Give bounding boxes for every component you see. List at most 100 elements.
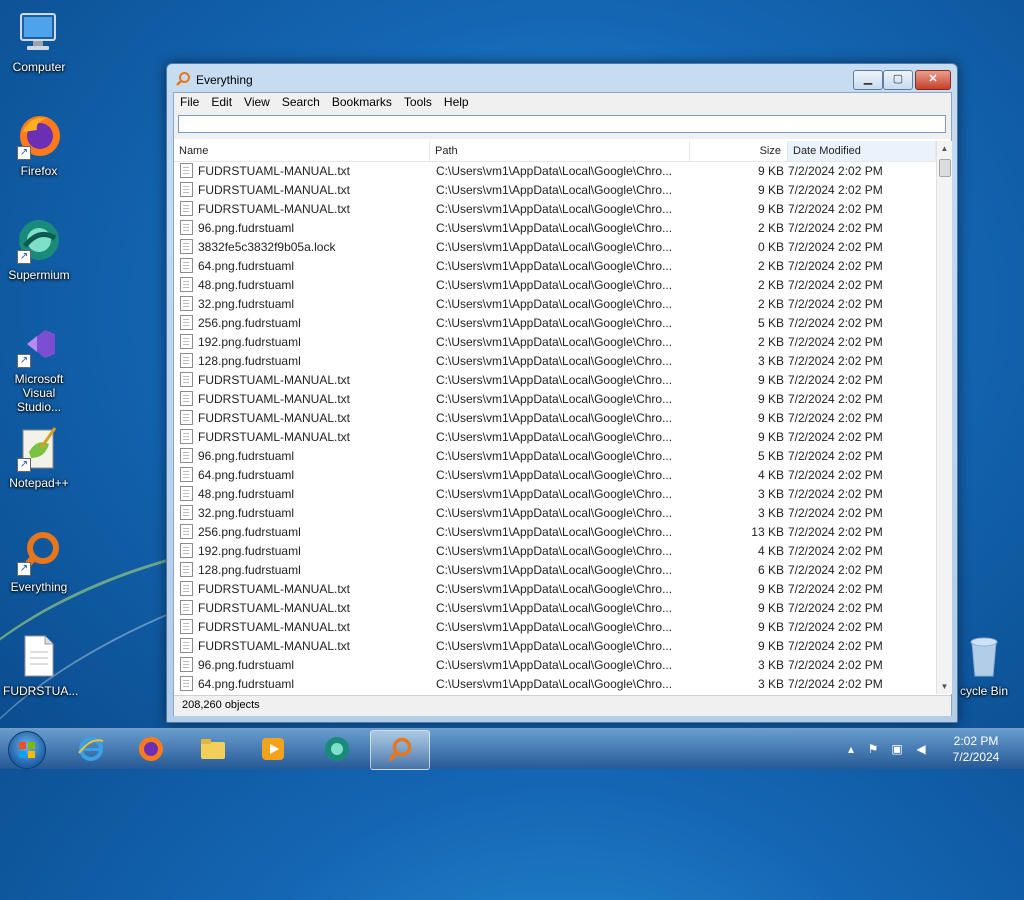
volume-muted-icon[interactable]: ◀ [914, 742, 928, 756]
scroll-up-icon[interactable]: ▲ [937, 141, 952, 156]
status-bar: 208,260 objects [174, 695, 951, 716]
table-row[interactable]: FUDRSTUAML-MANUAL.txt C:\Users\vm1\AppDat… [174, 618, 936, 637]
file-name-cell: 96.png.fudrstuaml [180, 656, 430, 675]
table-row[interactable]: 128.png.fudrstuaml C:\Users\vm1\AppData\L… [174, 561, 936, 580]
column-header-size[interactable]: Size [690, 141, 788, 161]
action-center-flag-icon[interactable]: ⚑ [866, 742, 880, 756]
menu-bookmarks[interactable]: Bookmarks [326, 93, 398, 111]
vertical-scrollbar[interactable]: ▲ ▼ [936, 141, 952, 694]
file-name: FUDRSTUAML-MANUAL.txt [198, 582, 351, 596]
menu-edit[interactable]: Edit [205, 93, 238, 111]
shortcut-arrow-icon: ↗ [17, 146, 31, 160]
network-icon[interactable]: ▣ [890, 742, 904, 756]
table-row[interactable]: 64.png.fudrstuaml C:\Users\vm1\AppData\Lo… [174, 466, 936, 485]
menu-view[interactable]: View [238, 93, 276, 111]
scroll-thumb[interactable] [939, 159, 951, 177]
file-name: FUDRSTUAML-MANUAL.txt [198, 411, 351, 425]
table-row[interactable]: 128.png.fudrstuaml C:\Users\vm1\AppData\L… [174, 352, 936, 371]
table-row[interactable]: FUDRSTUAML-MANUAL.txt C:\Users\vm1\AppDat… [174, 599, 936, 618]
table-row[interactable]: 256.png.fudrstuaml C:\Users\vm1\AppData\L… [174, 314, 936, 333]
desktop-icon-label: Firefox [20, 164, 58, 178]
desktop-icon-computer[interactable]: Computer [3, 8, 75, 74]
file-date-modified: 7/2/2024 2:02 PM [788, 601, 883, 615]
firefox-icon: ↗ [15, 112, 63, 160]
column-header-path[interactable]: Path [430, 141, 690, 161]
table-row[interactable]: FUDRSTUAML-MANUAL.txt C:\Users\vm1\AppDat… [174, 200, 936, 219]
table-row[interactable]: 48.png.fudrstuaml C:\Users\vm1\AppData\Lo… [174, 485, 936, 504]
everything-window[interactable]: Everything ▁ ▢ ✕ File Edit View Search Bookm… [166, 63, 958, 723]
maximize-button[interactable]: ▢ [883, 70, 913, 90]
table-row[interactable]: 256.png.fudrstuaml C:\Users\vm1\AppData\L… [174, 523, 936, 542]
table-row[interactable]: 192.png.fudrstuaml C:\Users\vm1\AppData\L… [174, 333, 936, 352]
table-row[interactable]: 48.png.fudrstuaml C:\Users\vm1\AppData\Lo… [174, 276, 936, 295]
taskbar-file-explorer[interactable] [184, 730, 242, 768]
start-button[interactable] [8, 731, 46, 769]
desktop-icon-everything[interactable]: ↗ Everything [3, 528, 75, 594]
text-file-icon [15, 632, 63, 680]
show-hidden-icons-icon[interactable]: ▴ [844, 742, 858, 756]
title-bar[interactable]: Everything ▁ ▢ ✕ [167, 64, 957, 92]
file-size: 9 KB [757, 164, 784, 178]
file-icon [180, 581, 193, 596]
table-row[interactable]: FUDRSTUAML-MANUAL.txt C:\Users\vm1\AppDat… [174, 428, 936, 447]
shortcut-arrow-icon: ↗ [17, 354, 31, 368]
file-name: 256.png.fudrstuaml [198, 316, 301, 330]
desktop-icon-supermium[interactable]: ↗ Supermium [3, 216, 75, 282]
table-row[interactable]: FUDRSTUAML-MANUAL.txt C:\Users\vm1\AppDat… [174, 371, 936, 390]
table-row[interactable]: 32.png.fudrstuaml C:\Users\vm1\AppData\Lo… [174, 504, 936, 523]
table-row[interactable]: 3832fe5c3832f9b05a.lock C:\Users\vm1\AppD… [174, 238, 936, 257]
minimize-button[interactable]: ▁ [853, 70, 883, 90]
table-row[interactable]: 96.png.fudrstuaml C:\Users\vm1\AppData\Lo… [174, 219, 936, 238]
taskbar-internet-explorer[interactable] [62, 730, 120, 768]
menu-tools[interactable]: Tools [398, 93, 438, 111]
column-header-date-modified[interactable]: Date Modified [788, 141, 936, 161]
file-date-modified: 7/2/2024 2:02 PM [788, 449, 883, 463]
menu-search[interactable]: Search [276, 93, 326, 111]
file-path: C:\Users\vm1\AppData\Local\Google\Chro..… [436, 639, 673, 653]
menu-help[interactable]: Help [438, 93, 475, 111]
internet-explorer-icon [78, 737, 104, 761]
file-name-cell: 32.png.fudrstuaml [180, 295, 430, 314]
table-row[interactable]: 192.png.fudrstuaml C:\Users\vm1\AppData\L… [174, 542, 936, 561]
taskbar-media-player[interactable] [244, 730, 302, 768]
table-row[interactable]: FUDRSTUAML-MANUAL.txt C:\Users\vm1\AppDat… [174, 390, 936, 409]
file-icon [180, 448, 193, 463]
table-row[interactable]: 96.png.fudrstuaml C:\Users\vm1\AppData\Lo… [174, 656, 936, 675]
table-row[interactable]: FUDRSTUAML-MANUAL.txt C:\Users\vm1\AppDat… [174, 409, 936, 428]
close-button[interactable]: ✕ [915, 70, 951, 90]
desktop-icon-label: cycle Bin [959, 684, 1009, 698]
file-path: C:\Users\vm1\AppData\Local\Google\Chro..… [436, 563, 673, 577]
table-row[interactable]: FUDRSTUAML-MANUAL.txt C:\Users\vm1\AppDat… [174, 162, 936, 181]
taskbar-everything[interactable] [370, 730, 430, 770]
file-name: 128.png.fudrstuaml [198, 354, 301, 368]
file-size: 5 KB [757, 316, 784, 330]
file-name-cell: 192.png.fudrstuaml [180, 542, 430, 561]
menu-file[interactable]: File [174, 93, 205, 111]
file-size: 6 KB [757, 563, 784, 577]
column-header-name[interactable]: Name [174, 141, 430, 161]
taskbar-supermium[interactable] [308, 730, 366, 768]
scroll-down-icon[interactable]: ▼ [937, 679, 952, 694]
desktop-icon-firefox[interactable]: ↗ Firefox [3, 112, 75, 178]
search-input[interactable] [178, 115, 946, 133]
desktop-icon-text-file[interactable]: FUDRSTUA... [3, 632, 78, 698]
table-row[interactable]: 64.png.fudrstuaml C:\Users\vm1\AppData\Lo… [174, 675, 936, 693]
table-row[interactable]: 64.png.fudrstuaml C:\Users\vm1\AppData\Lo… [174, 257, 936, 276]
table-row[interactable]: FUDRSTUAML-MANUAL.txt C:\Users\vm1\AppDat… [174, 637, 936, 656]
file-icon [180, 334, 193, 349]
file-path: C:\Users\vm1\AppData\Local\Google\Chro..… [436, 582, 673, 596]
file-date-modified: 7/2/2024 2:02 PM [788, 620, 883, 634]
table-row[interactable]: 96.png.fudrstuaml C:\Users\vm1\AppData\Lo… [174, 447, 936, 466]
results-list[interactable]: FUDRSTUAML-MANUAL.txt C:\Users\vm1\AppDat… [174, 162, 936, 693]
notepad-plus-plus-icon: ↗ [15, 424, 63, 472]
clock[interactable]: 2:02 PM 7/2/2024 [946, 733, 1006, 765]
table-row[interactable]: FUDRSTUAML-MANUAL.txt C:\Users\vm1\AppDat… [174, 181, 936, 200]
taskbar-firefox[interactable] [122, 730, 180, 768]
file-name-cell: FUDRSTUAML-MANUAL.txt [180, 200, 430, 219]
desktop-icon-recycle-bin[interactable]: cycle Bin [948, 632, 1020, 698]
file-name-cell: FUDRSTUAML-MANUAL.txt [180, 390, 430, 409]
table-row[interactable]: FUDRSTUAML-MANUAL.txt C:\Users\vm1\AppDat… [174, 580, 936, 599]
desktop-icon-notepad-plus-plus[interactable]: ↗ Notepad++ [3, 424, 75, 490]
desktop-icon-visual-studio[interactable]: ↗ Microsoft Visual Studio... [3, 320, 75, 414]
table-row[interactable]: 32.png.fudrstuaml C:\Users\vm1\AppData\Lo… [174, 295, 936, 314]
